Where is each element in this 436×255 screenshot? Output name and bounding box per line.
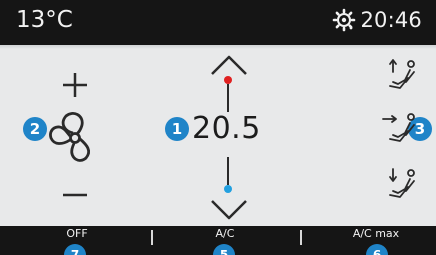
bottom-bar: OFF A/C A/C max 7 5 6	[0, 226, 436, 255]
outside-temperature: 13°C	[16, 7, 73, 33]
climate-panel: 2 1 20.5 3	[0, 45, 436, 226]
minus-icon[interactable]	[55, 185, 95, 205]
clock: 20:46	[360, 8, 422, 32]
gear-sun-icon	[333, 8, 356, 32]
status-bar: 13°C 20:46	[0, 0, 436, 45]
ac-max-badge: 6	[366, 244, 388, 255]
off-badge: 7	[64, 244, 86, 255]
ac-max-button[interactable]: A/C max	[336, 227, 416, 240]
ac-button[interactable]: A/C	[200, 227, 250, 240]
temperature-cold-indicator	[224, 157, 232, 193]
off-button[interactable]: OFF	[52, 227, 102, 240]
fan-speed-badge: 2	[23, 117, 47, 141]
ac-badge: 5	[213, 244, 235, 255]
chevron-down-icon[interactable]	[204, 195, 254, 225]
fan-icon[interactable]	[46, 111, 104, 165]
climate-screen: 13°C 20:46 2 1 20.5 3 OFF A/C A/C max 7 …	[0, 0, 436, 255]
plus-icon[interactable]	[55, 65, 95, 105]
divider	[151, 230, 153, 245]
status-right: 20:46	[332, 8, 422, 32]
divider	[300, 230, 302, 245]
temperature-badge: 1	[165, 117, 189, 141]
temperature-hot-indicator	[224, 76, 232, 112]
temperature-setpoint: 20.5	[192, 111, 261, 146]
airflow-down-icon[interactable]	[384, 167, 418, 207]
airflow-up-icon[interactable]	[384, 58, 418, 98]
airflow-middle-icon[interactable]	[381, 111, 419, 151]
